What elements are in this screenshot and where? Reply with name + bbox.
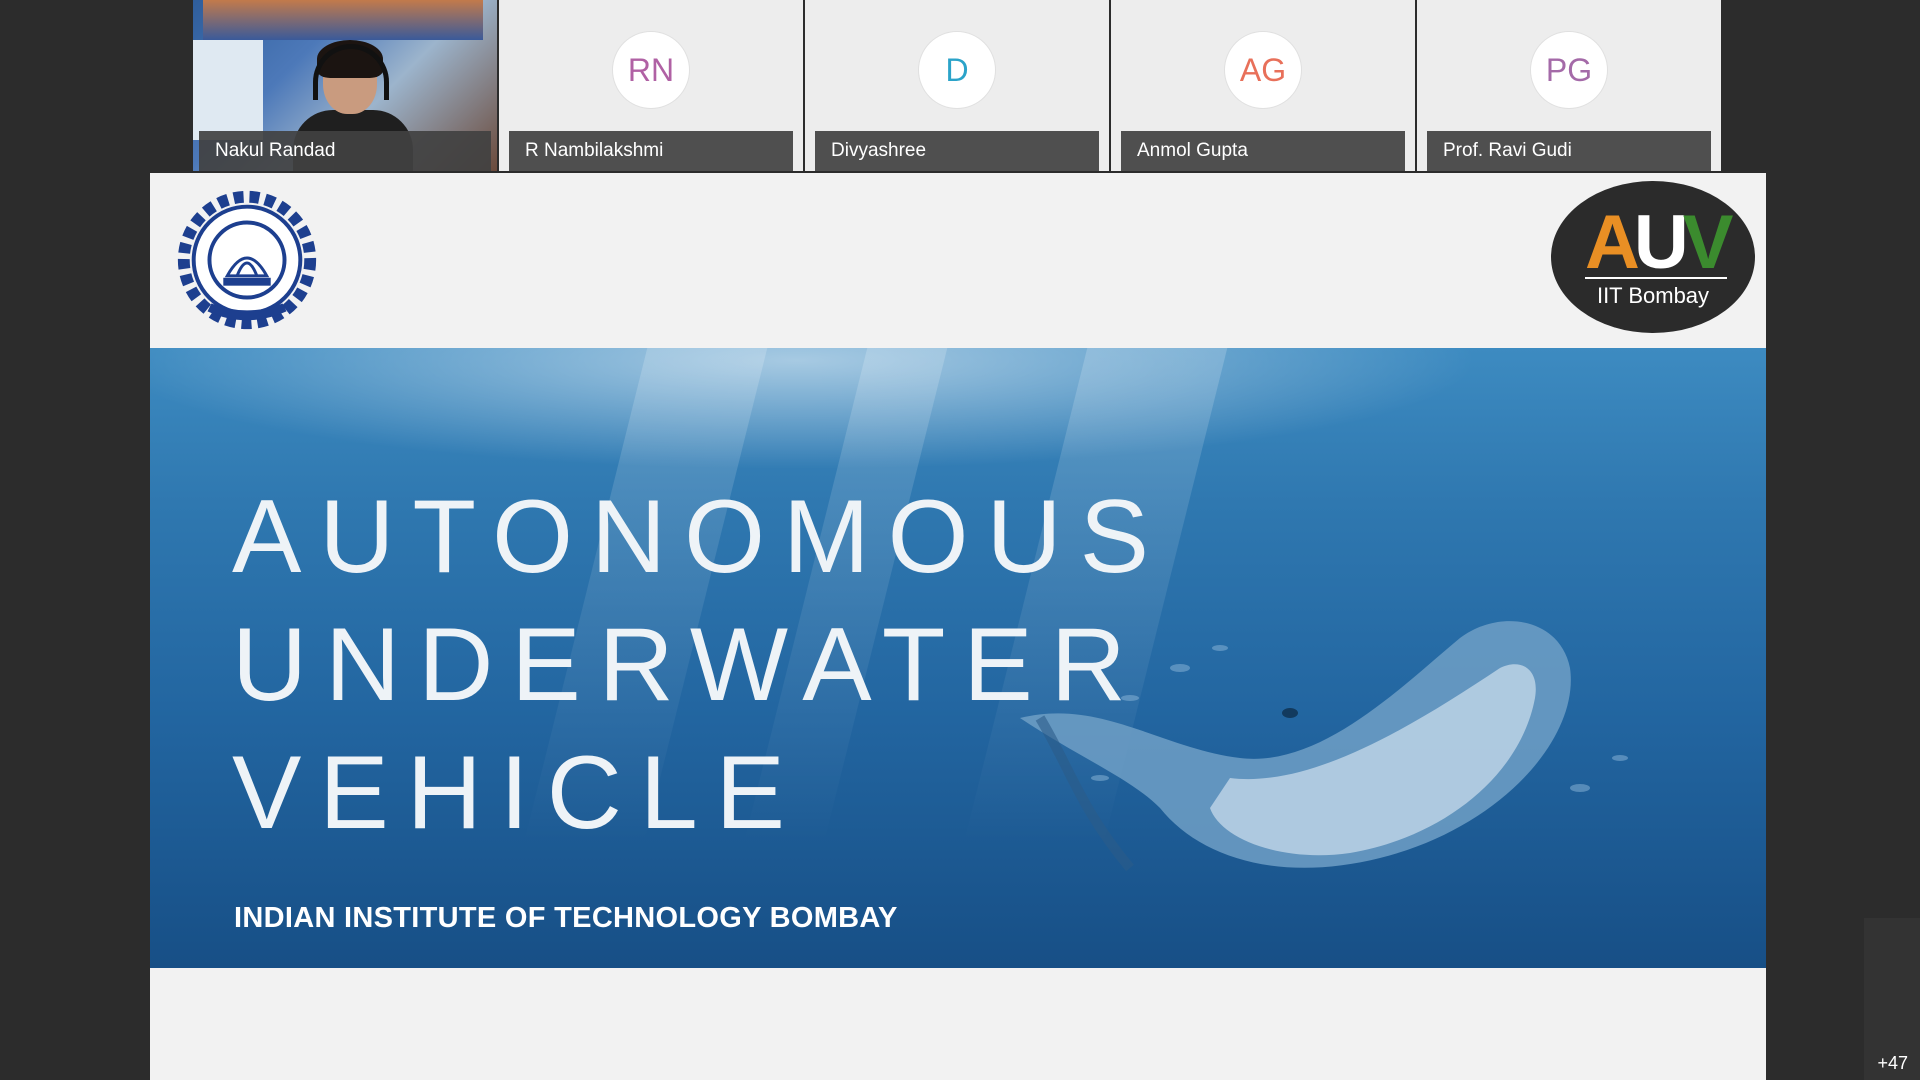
- avatar-initials: D: [945, 51, 969, 88]
- participant-strip: Nakul Randad RN R Nambilakshmi D Divyash…: [193, 0, 1724, 171]
- video-window: [193, 40, 263, 140]
- avatar-initials: AG: [1239, 51, 1287, 88]
- underwater-banner: AUTONOMOUS UNDERWATER VEHICLE INDIAN INS…: [150, 348, 1766, 968]
- participant-tile[interactable]: D Divyashree: [805, 0, 1109, 171]
- participant-tile[interactable]: RN R Nambilakshmi: [499, 0, 803, 171]
- video-background: [203, 0, 483, 40]
- participant-tile[interactable]: PG Prof. Ravi Gudi: [1417, 0, 1721, 171]
- participant-name: R Nambilakshmi: [509, 131, 793, 171]
- participant-tile-video[interactable]: Nakul Randad: [193, 0, 497, 171]
- auv-iit-bombay-logo: AUV IIT Bombay: [1551, 181, 1755, 333]
- iit-bombay-seal-logo: [177, 190, 317, 330]
- shared-slide: AUV IIT Bombay AUTONOMOUS UNDERWATER VEH…: [150, 173, 1766, 1080]
- slide-title-line: VEHICLE: [232, 735, 804, 851]
- logo-letter-v: V: [1682, 200, 1734, 285]
- participant-avatar: PG: [1531, 32, 1607, 108]
- participant-name: Prof. Ravi Gudi: [1427, 131, 1711, 171]
- more-participants-count[interactable]: +47: [1877, 1053, 1908, 1074]
- avatar-initials: RN: [627, 51, 675, 88]
- slide-title-line: UNDERWATER: [232, 607, 1144, 723]
- logo-rule: [1585, 277, 1727, 279]
- avatar-initials: PG: [1545, 51, 1593, 88]
- slide-subtitle: INDIAN INSTITUTE OF TECHNOLOGY BOMBAY: [234, 902, 898, 934]
- logo-letter-a: A: [1585, 200, 1640, 285]
- participant-avatar: RN: [613, 32, 689, 108]
- participant-avatar: D: [919, 32, 995, 108]
- logo-letter-u: U: [1633, 200, 1689, 285]
- participant-tile[interactable]: AG Anmol Gupta: [1111, 0, 1415, 171]
- participant-name: Anmol Gupta: [1121, 131, 1405, 171]
- participant-name: Divyashree: [815, 131, 1099, 171]
- participant-name: Nakul Randad: [199, 131, 491, 171]
- logo-subtitle: IIT Bombay: [1596, 283, 1710, 308]
- slide-title-line: AUTONOMOUS: [232, 479, 1168, 595]
- auv-letters: AUV: [1585, 199, 1734, 286]
- participant-avatar: AG: [1225, 32, 1301, 108]
